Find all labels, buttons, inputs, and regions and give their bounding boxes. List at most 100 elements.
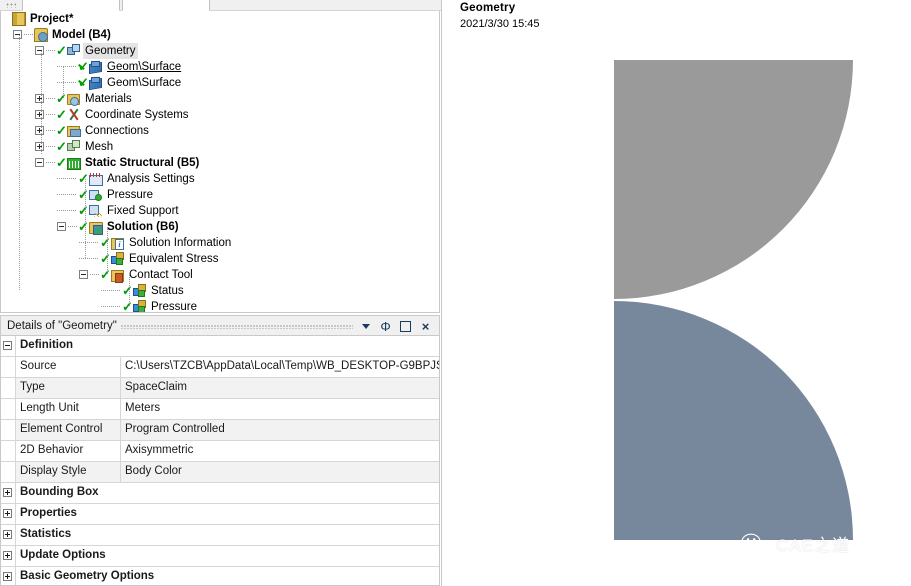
property-row[interactable]: 2D Behavior Axisymmetric xyxy=(1,441,439,462)
collapse-icon[interactable] xyxy=(13,30,22,39)
group-expander-cell[interactable] xyxy=(1,504,16,524)
check-status-icon: ✓ xyxy=(100,251,111,266)
tree-connector xyxy=(90,274,99,275)
property-row[interactable]: Source C:\Users\TZCB\AppData\Local\Temp\W… xyxy=(1,357,439,378)
check-status-icon: ✓ xyxy=(56,43,67,58)
result-icon xyxy=(133,283,148,299)
close-icon[interactable]: × xyxy=(418,319,433,334)
tree-item-label: Analysis Settings xyxy=(107,173,195,185)
property-value[interactable]: SpaceClaim xyxy=(121,378,439,398)
tree-item[interactable]: Model (B4) xyxy=(1,27,439,43)
tree-item[interactable]: ✓ Solution Information xyxy=(1,235,439,251)
check-status-icon: ✓ xyxy=(122,299,133,313)
tab-0[interactable] xyxy=(22,0,120,11)
group-expander-cell[interactable] xyxy=(1,546,16,566)
expand-icon[interactable] xyxy=(35,110,44,119)
tree-item[interactable]: ✓ Static Structural (B5) xyxy=(1,155,439,171)
tree-item-label: Geometry xyxy=(83,43,138,59)
tree-connector xyxy=(46,114,55,115)
tree-connector xyxy=(46,146,55,147)
tree-item-label: Materials xyxy=(85,93,132,105)
tree-item[interactable]: ✓ Geometry xyxy=(1,43,439,59)
body-upper-shape[interactable] xyxy=(614,60,853,299)
expand-icon[interactable] xyxy=(3,509,12,518)
property-row[interactable]: Type SpaceClaim xyxy=(1,378,439,399)
expand-icon[interactable] xyxy=(3,572,12,581)
expand-icon[interactable] xyxy=(3,488,12,497)
details-panel-title: Details of "Geometry" xyxy=(7,319,117,332)
property-name: Source xyxy=(16,357,121,377)
graphics-viewport[interactable]: Geometry 2021/3/30 15:45 CAE之道 xyxy=(442,0,911,586)
property-value[interactable]: Meters xyxy=(121,399,439,419)
property-group-row[interactable]: Definition xyxy=(1,336,439,357)
check-status-icon: ✓ xyxy=(78,219,89,234)
materials-icon xyxy=(67,91,82,107)
collapse-icon[interactable] xyxy=(57,222,66,231)
property-row[interactable]: Display Style Body Color xyxy=(1,462,439,483)
group-expander-cell[interactable] xyxy=(1,336,16,356)
expand-icon[interactable] xyxy=(3,551,12,560)
group-expander-cell[interactable] xyxy=(1,525,16,545)
expand-icon[interactable] xyxy=(35,94,44,103)
body-lower-shape[interactable] xyxy=(614,301,853,540)
property-group-row[interactable]: Bounding Box xyxy=(1,483,439,504)
tree-item-label: Model (B4) xyxy=(52,29,111,41)
property-row[interactable]: Length Unit Meters xyxy=(1,399,439,420)
tree-item[interactable]: ✓ Equivalent Stress xyxy=(1,251,439,267)
expand-icon[interactable] xyxy=(35,142,44,151)
property-group-row[interactable]: Basic Geometry Options xyxy=(1,567,439,585)
watermark: CAE之道 xyxy=(740,531,850,556)
collapse-icon[interactable] xyxy=(35,46,44,55)
contact-tool-icon xyxy=(111,267,126,283)
property-group-label: Definition xyxy=(20,339,74,351)
pin-icon[interactable]: Φ xyxy=(378,319,393,334)
property-group-row[interactable]: Statistics xyxy=(1,525,439,546)
expand-icon[interactable] xyxy=(35,126,44,135)
tree-item-label: Pressure xyxy=(107,189,154,201)
collapse-icon[interactable] xyxy=(79,270,88,279)
project-icon xyxy=(12,11,27,27)
tree-item[interactable]: ✓ Contact Tool xyxy=(1,267,439,283)
chevron-down-icon[interactable] xyxy=(358,319,373,334)
tree-item[interactable]: ✓ Pressure xyxy=(1,187,439,203)
tree-item[interactable]: ✓ Connections xyxy=(1,123,439,139)
surface-icon xyxy=(89,75,104,91)
collapse-icon[interactable] xyxy=(35,158,44,167)
tree-item[interactable]: ✓ Mesh xyxy=(1,139,439,155)
tab-strip-grip[interactable] xyxy=(6,3,16,8)
tree-item[interactable]: ✓ Fixed Support xyxy=(1,203,439,219)
property-group-row[interactable]: Properties xyxy=(1,504,439,525)
property-group-row[interactable]: Update Options xyxy=(1,546,439,567)
outline-tree[interactable]: Project* Model (B4) ✓ Geometry ✓ Geom\Surface… xyxy=(0,11,440,313)
details-property-grid[interactable]: Definition Source C:\Users\TZCB\AppData\Lo… xyxy=(0,336,440,586)
tree-item[interactable]: ✓ Analysis Settings xyxy=(1,171,439,187)
group-expander-cell[interactable] xyxy=(1,483,16,503)
tab-1[interactable] xyxy=(122,0,210,11)
tree-item[interactable]: ✓ Geom\Surface xyxy=(1,59,439,75)
tree-item-label: Solution (B6) xyxy=(107,221,179,233)
tree-item[interactable]: Project* xyxy=(1,11,439,27)
property-value[interactable]: C:\Users\TZCB\AppData\Local\Temp\WB_DESK… xyxy=(121,357,439,377)
tree-item[interactable]: ✓ Status xyxy=(1,283,439,299)
maximize-icon[interactable] xyxy=(398,319,413,334)
expand-icon[interactable] xyxy=(3,530,12,539)
property-value[interactable]: Axisymmetric xyxy=(121,441,439,461)
property-gutter xyxy=(1,399,16,419)
tree-item[interactable]: ✓ Geom\Surface xyxy=(1,75,439,91)
tree-connector xyxy=(57,82,77,83)
group-expander-cell[interactable] xyxy=(1,567,16,585)
property-gutter xyxy=(1,441,16,461)
tree-item[interactable]: ✓ Pressure xyxy=(1,299,439,313)
check-status-icon: ✓ xyxy=(56,155,67,170)
property-value[interactable]: Body Color xyxy=(121,462,439,482)
check-status-icon: ✓ xyxy=(56,91,67,106)
tree-item[interactable]: ✓ Materials xyxy=(1,91,439,107)
property-value[interactable]: Program Controlled xyxy=(121,420,439,440)
tree-item[interactable]: ✓ Solution (B6) xyxy=(1,219,439,235)
tree-item[interactable]: ✓ Coordinate Systems xyxy=(1,107,439,123)
tree-item-label: Project* xyxy=(30,13,74,25)
collapse-icon[interactable] xyxy=(3,341,12,350)
property-row[interactable]: Element Control Program Controlled xyxy=(1,420,439,441)
tree-connector-line xyxy=(41,51,42,155)
geometry-icon xyxy=(67,43,82,59)
